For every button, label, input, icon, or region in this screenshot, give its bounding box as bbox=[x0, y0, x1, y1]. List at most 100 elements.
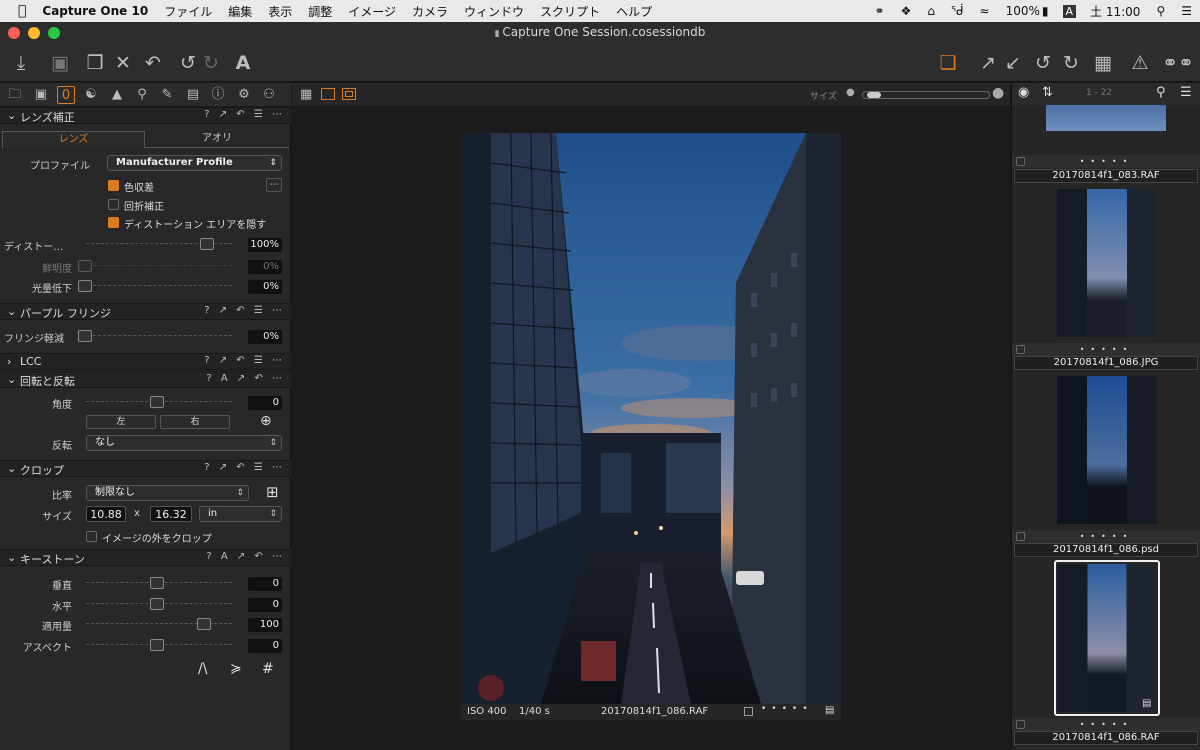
single-view-icon[interactable] bbox=[321, 88, 335, 100]
thumbnail-name[interactable]: 20170814f1_086.psd bbox=[1014, 543, 1198, 557]
thumbnail-checkbox[interactable] bbox=[1016, 345, 1025, 354]
thumbnail-image[interactable] bbox=[1058, 564, 1156, 712]
amount-value[interactable]: 100 bbox=[248, 618, 282, 632]
slider-knob[interactable] bbox=[150, 577, 164, 589]
menu-help[interactable]: ヘルプ bbox=[608, 3, 660, 20]
clock[interactable]: 土 11:00 bbox=[1082, 3, 1148, 20]
settings-tab-icon[interactable]: ⚙ bbox=[235, 86, 253, 104]
section-tools-icon[interactable]: ? A ↗ ↶ ⋯ bbox=[206, 373, 285, 384]
warning-icon[interactable]: ⚠ bbox=[1127, 50, 1153, 76]
keystone-full-icon[interactable]: # bbox=[262, 661, 274, 677]
collapse-chevron-icon[interactable]: ⌄ bbox=[7, 109, 16, 122]
vertical-value[interactable]: 0 bbox=[248, 577, 282, 591]
rotation-header[interactable]: ⌄ 回転と反転 ? A ↗ ↶ ⋯ bbox=[0, 371, 291, 388]
menu-image[interactable]: イメージ bbox=[340, 3, 404, 20]
thumbnail-rating[interactable]: ••••• bbox=[1012, 155, 1200, 168]
list-view-icon[interactable]: ☰ bbox=[1180, 85, 1192, 100]
diffraction-checkbox[interactable] bbox=[108, 199, 119, 210]
thumbnail-checkbox[interactable] bbox=[1016, 157, 1025, 166]
thumbnail-image[interactable] bbox=[1057, 376, 1157, 524]
crop-header[interactable]: ⌄ クロップ ? ↗ ↶ ☰ ⋯ bbox=[0, 460, 291, 477]
glasses-icon[interactable]: ⚭⚭ bbox=[1162, 50, 1194, 76]
menu-edit[interactable]: 編集 bbox=[220, 3, 260, 20]
exposure-tab-icon[interactable]: ▲ bbox=[108, 86, 126, 104]
slider-knob[interactable] bbox=[197, 618, 211, 630]
crop-width-input[interactable]: 10.88 bbox=[86, 506, 126, 522]
more-options-button[interactable]: ⋯ bbox=[266, 178, 282, 192]
crop-height-input[interactable]: 16.32 bbox=[150, 506, 192, 522]
menu-file[interactable]: ファイル bbox=[156, 3, 220, 20]
collapse-chevron-icon[interactable]: ⌄ bbox=[7, 373, 16, 386]
notification-icon[interactable]: ☰ bbox=[1173, 4, 1200, 18]
thumbnail-checkbox[interactable] bbox=[1016, 720, 1025, 729]
angle-slider[interactable] bbox=[86, 396, 232, 408]
slider-knob[interactable] bbox=[150, 639, 164, 651]
folder-move-icon[interactable]: ❒ bbox=[82, 50, 108, 76]
eye-icon[interactable]: ◉ bbox=[1018, 85, 1029, 100]
ratio-select[interactable]: 制限なし ⇕ bbox=[86, 485, 249, 501]
keystone-header[interactable]: ⌄ キーストーン ? A ↗ ↶ ⋯ bbox=[0, 549, 291, 566]
main-image[interactable] bbox=[461, 133, 841, 704]
bluetooth-icon[interactable]: ᖂ bbox=[943, 4, 972, 18]
multi-grid-icon[interactable]: ▦ bbox=[300, 87, 312, 102]
horizontal-slider[interactable] bbox=[86, 598, 232, 610]
lcc-header[interactable]: › LCC ? ↗ ↶ ☰ ⋯ bbox=[0, 353, 291, 370]
menu-view[interactable]: 表示 bbox=[260, 3, 300, 20]
section-tools-icon[interactable]: ? ↗ ↶ ☰ ⋯ bbox=[204, 305, 285, 316]
slider-knob[interactable] bbox=[78, 330, 92, 342]
dropbox-icon[interactable]: ❖ bbox=[893, 4, 920, 18]
menu-window[interactable]: ウィンドウ bbox=[456, 3, 532, 20]
flip-select[interactable]: なし ⇕ bbox=[86, 435, 282, 451]
reset-icon[interactable]: ↺ bbox=[1030, 50, 1056, 76]
camera-icon[interactable]: ▣ bbox=[47, 50, 73, 76]
apply-adjust-icon[interactable]: ↙ bbox=[1000, 50, 1026, 76]
distortion-slider[interactable] bbox=[86, 238, 232, 250]
thumbnail-name[interactable]: 20170814f1_086.JPG bbox=[1014, 356, 1198, 370]
hide-distortion-checkbox[interactable] bbox=[108, 217, 119, 228]
delete-icon[interactable]: ✕ bbox=[110, 50, 136, 76]
menu-adjust[interactable]: 調整 bbox=[300, 3, 340, 20]
thumbnail-name[interactable]: 20170814f1_086.RAF bbox=[1014, 731, 1198, 745]
vertical-slider[interactable] bbox=[86, 577, 232, 589]
sharpness-slider[interactable] bbox=[78, 260, 232, 272]
distortion-value[interactable]: 100% bbox=[248, 238, 282, 252]
proof-view-icon[interactable] bbox=[342, 88, 356, 100]
search-icon[interactable]: ⚲ bbox=[1156, 85, 1166, 100]
crop-unit-select[interactable]: in ⇕ bbox=[199, 506, 282, 522]
slider-knob[interactable] bbox=[78, 260, 92, 272]
thumbnail-rating[interactable]: ••••• bbox=[1012, 718, 1200, 731]
import-icon[interactable]: ⤓ bbox=[8, 50, 34, 76]
grid-icon[interactable]: ▦ bbox=[1090, 50, 1116, 76]
rating-dots[interactable]: ••••• bbox=[761, 704, 813, 714]
input-source[interactable]: A bbox=[1062, 4, 1077, 18]
tab-lens[interactable]: レンズ bbox=[2, 131, 145, 148]
slider-knob[interactable] bbox=[78, 280, 92, 292]
undo-arrow-icon[interactable]: ↶ bbox=[140, 50, 166, 76]
tab-tilt[interactable]: アオリ bbox=[145, 131, 289, 148]
rotate-right-button[interactable]: 右 bbox=[160, 415, 230, 429]
apple-icon[interactable]:  bbox=[0, 3, 34, 19]
collapse-chevron-icon[interactable]: ⌄ bbox=[7, 551, 16, 564]
section-tools-icon[interactable]: ? A ↗ ↶ ⋯ bbox=[206, 551, 285, 562]
keystone-vertical-icon[interactable]: /\ bbox=[198, 661, 207, 677]
expand-chevron-icon[interactable]: › bbox=[7, 355, 11, 368]
falloff-slider[interactable] bbox=[78, 280, 232, 292]
chromatic-aberration-checkbox[interactable] bbox=[108, 180, 119, 191]
sort-icon[interactable]: ⇅ bbox=[1042, 85, 1053, 100]
collapse-chevron-icon[interactable]: ⌄ bbox=[7, 462, 16, 475]
amount-slider[interactable] bbox=[86, 618, 232, 630]
thumbnail-name[interactable]: 20170814f1_083.RAF bbox=[1014, 169, 1198, 183]
details-tab-icon[interactable]: ⚲ bbox=[133, 86, 151, 104]
thumbnail-rating[interactable]: ••••• bbox=[1012, 530, 1200, 543]
reset-all-icon[interactable]: ↻ bbox=[1058, 50, 1084, 76]
menu-script[interactable]: スクリプト bbox=[532, 3, 608, 20]
capture-tab-icon[interactable]: ▣ bbox=[32, 86, 50, 104]
fringe-reduction-slider[interactable] bbox=[78, 330, 232, 342]
fringe-reduction-value[interactable]: 0% bbox=[248, 330, 282, 344]
horizontal-value[interactable]: 0 bbox=[248, 598, 282, 612]
thumbnail-checkbox[interactable] bbox=[1016, 532, 1025, 541]
section-tools-icon[interactable]: ? ↗ ↶ ☰ ⋯ bbox=[204, 462, 285, 473]
falloff-value[interactable]: 0% bbox=[248, 280, 282, 294]
angle-value[interactable]: 0 bbox=[248, 396, 282, 410]
color-tab-icon[interactable]: ☯ bbox=[82, 86, 100, 104]
